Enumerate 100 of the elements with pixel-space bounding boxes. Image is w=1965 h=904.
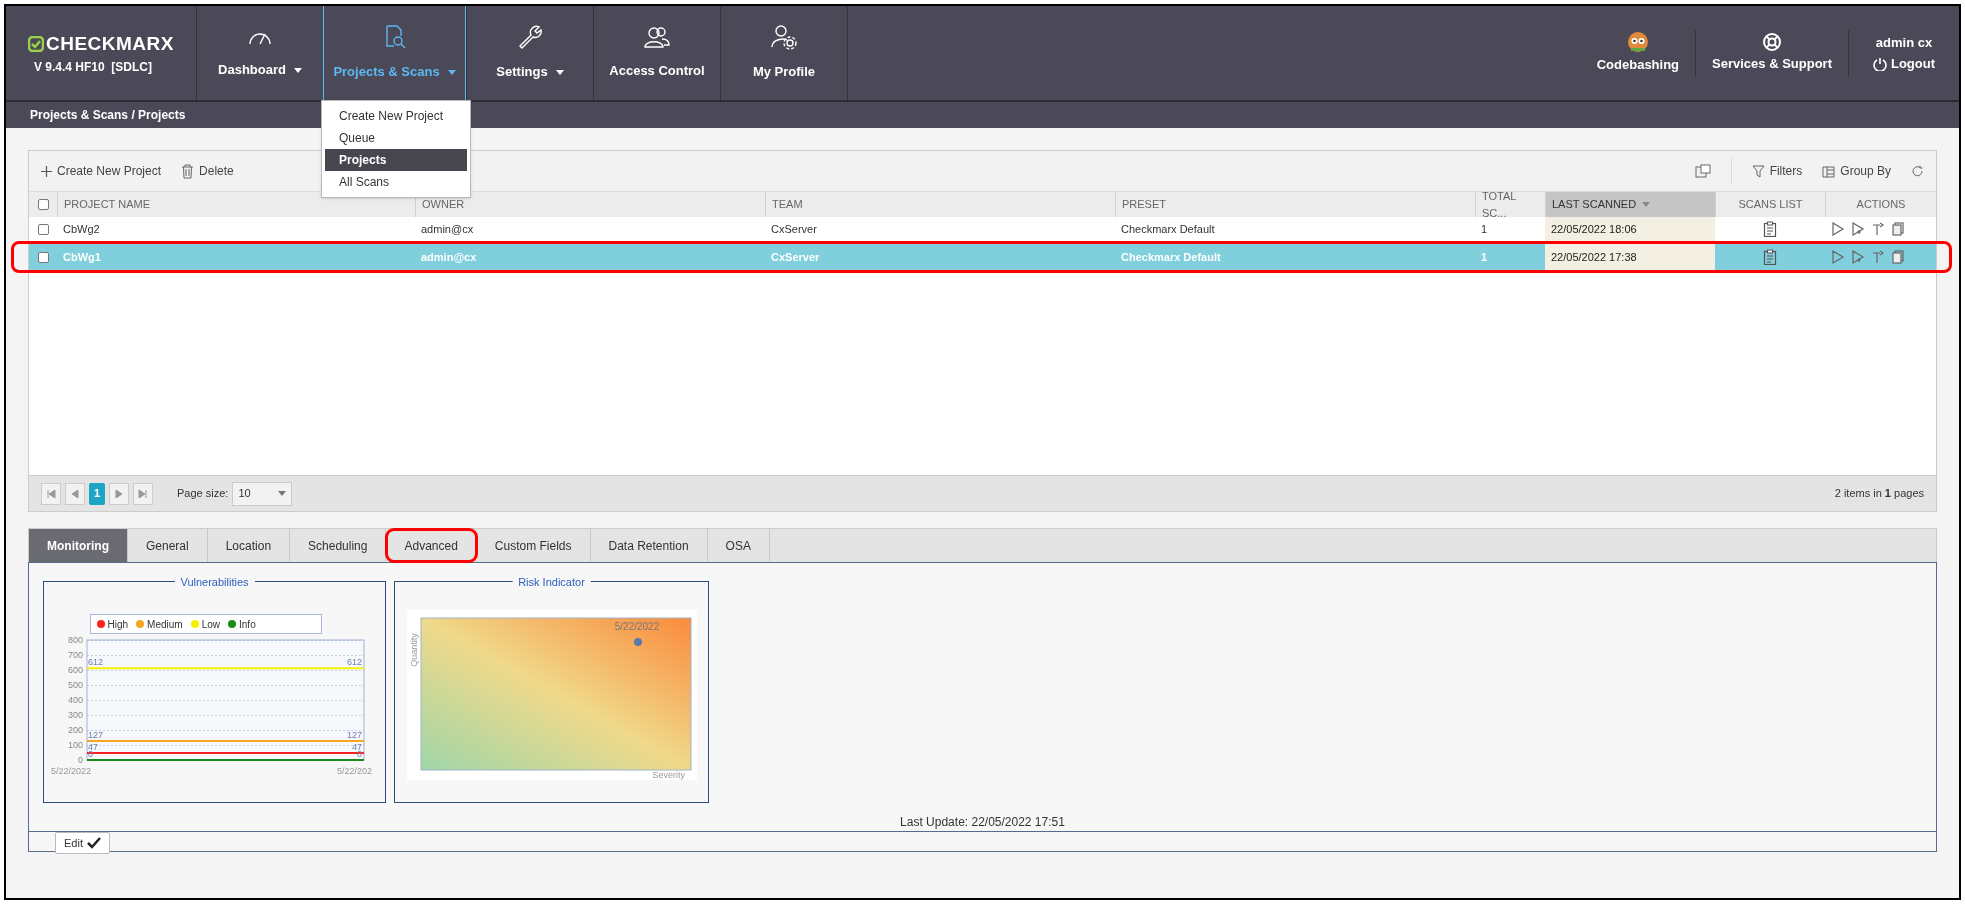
data-label: 612	[346, 657, 362, 668]
caret-icon	[293, 67, 302, 73]
y-tick-label: 800	[67, 635, 83, 645]
breadcrumb: Projects & Scans / Projects	[30, 107, 186, 124]
column-header[interactable]: LAST SCANNED	[1545, 192, 1715, 217]
wrench-icon	[517, 24, 543, 51]
branch-icon[interactable]	[1871, 222, 1885, 236]
select-all-checkbox[interactable]	[37, 199, 49, 210]
table-cell-text: CbWg1	[63, 249, 101, 265]
filters-button[interactable]: Filters	[1751, 162, 1803, 180]
lifebuoy-icon	[1762, 32, 1783, 53]
previous-page-button[interactable]	[65, 482, 85, 505]
play-icon[interactable]	[1831, 250, 1845, 264]
y-tick-label: 500	[67, 680, 83, 690]
triangle-right-icon	[113, 487, 125, 500]
play-icon[interactable]	[1831, 222, 1845, 236]
y-tick-label: 700	[67, 650, 83, 660]
y-tick-label: 200	[67, 725, 83, 735]
table-cell-text: CxServer	[771, 221, 817, 237]
owl-icon	[1626, 31, 1649, 54]
table-cell-text: admin@cx	[421, 221, 474, 237]
data-label: 127	[88, 729, 104, 740]
plus-icon	[41, 165, 52, 177]
y-tick-label: 300	[67, 710, 83, 720]
data-label: 0	[88, 749, 93, 759]
data-label: 0	[357, 749, 362, 759]
next-page-button[interactable]	[109, 482, 129, 505]
group-by-button[interactable]: Group By	[1822, 162, 1891, 180]
table-cell-text: CbWg2	[63, 221, 100, 237]
skip-last-icon	[137, 487, 149, 500]
logo-check-icon	[28, 36, 44, 52]
table-cell-text: Checkmarx Default	[1121, 221, 1215, 237]
y-tick-label: 100	[67, 740, 83, 750]
caret-icon	[278, 491, 287, 496]
copy-icon[interactable]	[1891, 222, 1905, 236]
group-icon	[1822, 164, 1836, 178]
menu-item[interactable]: Projects	[325, 149, 467, 171]
table-cell-text: 22/05/2022 18:06	[1551, 221, 1637, 237]
legend-label: Medium	[147, 617, 183, 632]
last-update-text: Last Update: 22/05/2022 17:51	[900, 814, 1065, 831]
clipboard-icon[interactable]	[1763, 249, 1777, 265]
x-tick-label: 5/22/2022	[51, 766, 92, 776]
page-size-label: Page size:	[177, 486, 229, 502]
tab[interactable]: Advanced	[386, 529, 477, 562]
point-label: 5/22/2022	[614, 621, 660, 632]
export-icon[interactable]	[1694, 164, 1711, 178]
menu-item[interactable]: Create New Project	[325, 105, 467, 127]
delete-button[interactable]: Delete	[181, 162, 234, 180]
table-cell-text: 1	[1481, 249, 1488, 265]
header-link[interactable]: Services & Support	[1696, 30, 1849, 76]
logo-text: CHECKMARX	[46, 31, 174, 56]
play-plus-icon[interactable]	[1851, 222, 1865, 236]
skip-first-icon	[45, 487, 57, 500]
user-name: admin cx	[1875, 33, 1933, 52]
data-point	[634, 638, 642, 646]
data-label: 47	[352, 741, 362, 752]
refresh-icon[interactable]	[1911, 164, 1924, 178]
table-cell-text: CxServer	[771, 249, 820, 265]
user-gear-icon	[770, 24, 798, 51]
table-cell-text: 1	[1481, 221, 1488, 237]
last-page-button[interactable]	[133, 482, 153, 505]
edit-button[interactable]: Edit	[55, 832, 110, 854]
data-label: 47	[88, 741, 98, 752]
menu-item[interactable]: Queue	[325, 127, 467, 149]
x-axis-label: Severity	[652, 770, 685, 780]
users-icon	[643, 25, 671, 50]
caret-icon	[447, 69, 456, 75]
first-page-button[interactable]	[41, 482, 61, 505]
logout-button[interactable]: Logout	[1872, 54, 1935, 74]
header-link[interactable]: Codebashing	[1580, 30, 1697, 76]
clipboard-icon[interactable]	[1763, 221, 1777, 237]
copy-icon[interactable]	[1891, 250, 1905, 264]
page-size-select[interactable]: 10	[232, 481, 293, 506]
version-label: V 9.4.4 HF10 [SDLC]	[34, 59, 154, 77]
y-axis-label: Quantity	[409, 633, 419, 667]
trash-icon	[181, 163, 195, 179]
items-summary: 2 items in 1 pages	[1834, 486, 1924, 502]
data-label: 612	[88, 657, 104, 668]
triangle-left-icon	[69, 487, 81, 500]
menu-item[interactable]: All Scans	[325, 171, 467, 193]
x-tick-label: 5/22/202	[336, 766, 372, 776]
play-plus-icon[interactable]	[1851, 250, 1865, 264]
tab[interactable]: Monitoring	[29, 529, 128, 562]
filter-icon	[1751, 164, 1765, 178]
table-cell-text: 22/05/2022 17:38	[1551, 249, 1637, 265]
y-tick-label: 400	[67, 695, 83, 705]
legend-label: Low	[201, 617, 220, 632]
y-tick-label: 600	[67, 665, 83, 675]
y-tick-label: 0	[78, 755, 83, 765]
row-checkbox[interactable]	[37, 251, 49, 263]
create-project-button[interactable]: Create New Project	[41, 162, 162, 180]
branch-icon[interactable]	[1871, 250, 1885, 264]
caret-icon	[1642, 202, 1651, 207]
row-checkbox[interactable]	[37, 223, 49, 235]
legend-label: High	[107, 617, 129, 632]
table-cell-text: admin@cx	[421, 249, 477, 265]
power-icon	[1872, 56, 1887, 71]
check-icon	[86, 837, 101, 849]
table-cell-text: Checkmarx Default	[1121, 249, 1221, 265]
data-label: 127	[346, 729, 362, 740]
